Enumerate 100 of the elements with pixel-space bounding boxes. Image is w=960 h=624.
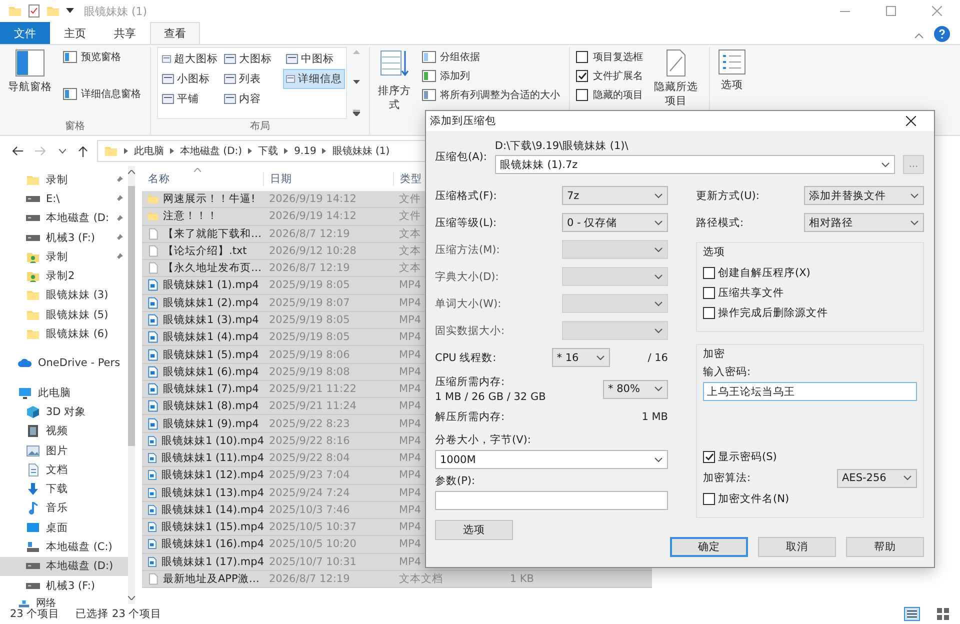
- layout-option[interactable]: 超大图标: [159, 49, 221, 69]
- video-file-icon: [147, 504, 158, 516]
- preview-pane-button[interactable]: 预览窗格: [60, 47, 144, 66]
- file-name: 眼镜妹妹1 (4).mp4: [142, 330, 264, 344]
- dropdown[interactable]: * 80%: [603, 380, 668, 398]
- nav-item[interactable]: E:\: [0, 189, 128, 209]
- breadcrumb[interactable]: 眼镜妹妹 (1): [332, 144, 390, 158]
- video-file-icon: [147, 279, 159, 292]
- archive-name-field[interactable]: 眼镜妹妹 (1).7z: [494, 155, 895, 174]
- cube-icon: [26, 404, 40, 419]
- layout-option[interactable]: 平铺: [159, 89, 221, 109]
- checkbox[interactable]: [703, 451, 715, 463]
- video-file-icon: [147, 296, 159, 309]
- desktop-icon: [26, 520, 40, 535]
- dropdown[interactable]: 7z: [562, 186, 668, 205]
- nav-item[interactable]: 视频: [0, 422, 128, 441]
- file-type: MP4: [398, 366, 422, 378]
- ribbon-tab[interactable]: 文件: [0, 22, 50, 44]
- dropdown[interactable]: 0 - 仅存储: [562, 213, 668, 232]
- layout-option[interactable]: 详细信息: [283, 69, 345, 89]
- dropdown[interactable]: * 16: [552, 348, 610, 367]
- checkmark-icon: [578, 72, 586, 80]
- nav-item[interactable]: 眼镜妹妹 (3): [0, 286, 128, 306]
- breadcrumb[interactable]: 本地磁盘 (D:): [180, 144, 242, 158]
- checkbox[interactable]: [703, 493, 715, 505]
- file-date: 2025/9/22 8:04: [268, 452, 351, 464]
- download-arrow-icon: [26, 482, 40, 496]
- breadcrumb[interactable]: 下载: [258, 144, 278, 158]
- dialog-button[interactable]: 确定: [670, 537, 748, 557]
- sort-button[interactable]: 排序方式: [376, 47, 413, 119]
- layout-option[interactable]: 内容: [221, 89, 283, 109]
- options-button[interactable]: 选项: [435, 520, 513, 540]
- checkbox[interactable]: [703, 287, 715, 299]
- column-header[interactable]: 名称: [142, 172, 264, 186]
- dropdown[interactable]: AES-256: [837, 468, 917, 488]
- breadcrumb[interactable]: 此电脑: [134, 144, 164, 158]
- checkbox[interactable]: [576, 70, 588, 82]
- parameters-field[interactable]: [435, 491, 668, 510]
- nav-item[interactable]: 眼镜妹妹 (5): [0, 305, 128, 324]
- column-header[interactable]: 日期: [264, 172, 394, 186]
- ribbon-tab[interactable]: 共享: [100, 22, 150, 44]
- nav-item[interactable]: 此电脑: [0, 382, 128, 402]
- dropdown[interactable]: 相对路径: [804, 213, 924, 232]
- layout-option[interactable]: 大图标: [221, 49, 283, 69]
- nav-item[interactable]: 眼镜妹妹 (6): [0, 324, 128, 344]
- view-icon: [224, 54, 236, 64]
- file-date: 2026/8/7 12:19: [268, 228, 351, 240]
- hide-selected-button[interactable]: 隐藏所选项目: [649, 47, 703, 119]
- options-button[interactable]: 选项: [716, 47, 748, 135]
- layout-option[interactable]: 小图标: [159, 69, 221, 89]
- folder-icon: [8, 4, 22, 18]
- file-date: 2025/9/19 8:05: [268, 331, 351, 344]
- nav-item[interactable]: 图片: [0, 440, 128, 460]
- nav-item[interactable]: OneDrive - Pers: [0, 354, 128, 373]
- breadcrumb[interactable]: 9.19: [294, 146, 316, 156]
- nav-item[interactable]: 文档: [0, 460, 128, 480]
- volume-size-field[interactable]: 1000M: [435, 450, 668, 469]
- checkbox-label: 创建自解压程序(X): [718, 266, 810, 280]
- field-label: CPU 线程数:: [435, 350, 496, 364]
- field-label: 压缩包(A):: [435, 150, 487, 164]
- field-label: 分卷大小，字节(V):: [435, 433, 532, 447]
- checkbox[interactable]: [703, 267, 715, 279]
- details-pane-button[interactable]: 详细信息窗格: [60, 84, 144, 103]
- navigation-pane-button[interactable]: 导航窗格: [6, 47, 54, 119]
- recent-locations-button[interactable]: [56, 148, 69, 154]
- group-title: 加密: [703, 347, 726, 361]
- window-title: 眼镜妹妹 (1): [84, 4, 148, 18]
- dropdown[interactable]: 添加并替换文件: [804, 186, 924, 205]
- password-field[interactable]: 上乌王论坛当乌王: [703, 382, 917, 401]
- ribbon-tab[interactable]: 查看: [150, 22, 200, 44]
- file-name: 眼镜妹妹1 (8).mp4: [142, 399, 264, 414]
- nav-item[interactable]: 录制: [0, 247, 128, 266]
- checkbox[interactable]: [703, 307, 715, 319]
- fit-columns-button[interactable]: 将所有列调整为合适的大小: [419, 85, 563, 104]
- nav-item[interactable]: 桌面: [0, 518, 128, 538]
- file-type: MP4: [398, 279, 422, 292]
- dialog-button[interactable]: 取消: [758, 537, 836, 557]
- view-icon: [162, 74, 174, 84]
- dialog-button[interactable]: 帮助: [846, 537, 924, 557]
- layout-option[interactable]: 列表: [221, 69, 283, 89]
- nav-item[interactable]: 本地磁盘 (D:: [0, 208, 128, 228]
- group-by-button[interactable]: 分组依据: [419, 47, 563, 66]
- checkbox[interactable]: [576, 50, 588, 62]
- maximize-icon: [886, 6, 896, 16]
- nav-item[interactable]: 本地磁盘 (D:): [0, 556, 128, 576]
- nav-item[interactable]: 音乐: [0, 498, 128, 518]
- nav-item[interactable]: 录制: [0, 170, 128, 190]
- layout-option[interactable]: 中图标: [283, 49, 345, 69]
- add-column-button[interactable]: 添加列: [419, 66, 563, 85]
- close-icon: [906, 116, 916, 126]
- nav-item[interactable]: 下载: [0, 479, 128, 499]
- ribbon-tab[interactable]: 主页: [50, 22, 100, 44]
- nav-item[interactable]: 录制2: [0, 266, 128, 286]
- nav-item[interactable]: 本地磁盘 (C:): [0, 537, 128, 557]
- checkbox[interactable]: [576, 88, 588, 100]
- file-row[interactable]: 最新地址及APP激… 2026/8/7 12:19 文本文档 1 KB: [142, 570, 652, 588]
- pane-layout-icon: [15, 49, 45, 77]
- nav-item[interactable]: 机械3 (F:): [0, 228, 128, 248]
- nav-item[interactable]: 3D 对象: [0, 402, 128, 422]
- nav-item[interactable]: 机械3 (F:): [0, 576, 128, 596]
